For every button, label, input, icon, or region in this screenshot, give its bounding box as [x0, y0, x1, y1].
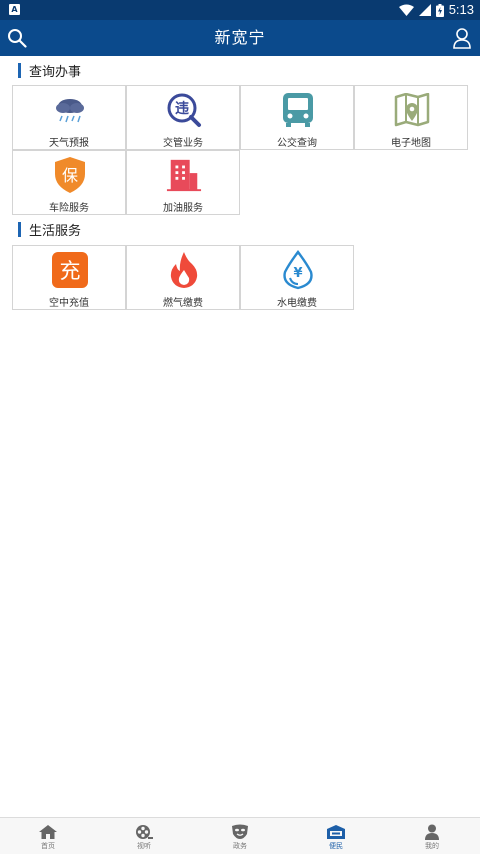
- service-box-icon: [327, 825, 345, 839]
- bottom-nav: 首页 视听 政务 便民 我的: [0, 817, 480, 854]
- user-profile-icon[interactable]: [452, 27, 472, 49]
- section-accent-bar: [18, 62, 21, 78]
- film-reel-icon: [136, 825, 153, 839]
- map-icon: [394, 93, 430, 127]
- section-header-query: 查询办事: [18, 61, 82, 80]
- service-recharge[interactable]: 充 空中充值: [12, 245, 126, 310]
- mask-icon: [232, 824, 248, 839]
- service-label: 公交查询: [277, 138, 317, 149]
- service-label: 电子地图: [391, 138, 431, 149]
- svg-text:保: 保: [62, 166, 78, 185]
- section-title: 查询办事: [29, 64, 82, 80]
- service-label: 交管业务: [163, 138, 203, 149]
- water-drop-yuan-icon: ¥: [283, 250, 313, 290]
- nav-item-home[interactable]: 首页: [0, 818, 96, 854]
- nav-item-services[interactable]: 便民: [288, 818, 384, 854]
- status-icons: 5:13: [398, 0, 474, 20]
- service-traffic[interactable]: 违 交管业务: [126, 85, 240, 150]
- service-label: 加油服务: [163, 203, 203, 214]
- service-label: 车险服务: [49, 203, 89, 214]
- status-bar: A 5:13: [0, 0, 480, 20]
- service-weather[interactable]: 天气预报: [12, 85, 126, 150]
- home-icon: [39, 825, 57, 839]
- service-fuel[interactable]: 加油服务: [126, 150, 240, 215]
- building-icon: [166, 159, 202, 192]
- section-accent-bar: [18, 221, 21, 237]
- app-bar: 新宽宁: [0, 20, 480, 56]
- nav-label: 政务: [233, 842, 247, 850]
- signal-icon: [418, 4, 431, 16]
- page-title: 新宽宁: [214, 28, 266, 47]
- service-label: 水电缴费: [277, 298, 317, 309]
- nav-item-media[interactable]: 视听: [96, 818, 192, 854]
- service-map[interactable]: 电子地图: [354, 85, 468, 150]
- weather-icon: [56, 99, 84, 123]
- wifi-icon: [398, 4, 414, 16]
- service-label: 空中充值: [49, 298, 89, 309]
- person-icon: [425, 824, 439, 840]
- service-gas[interactable]: 燃气缴费: [126, 245, 240, 310]
- status-time: 5:13: [448, 2, 474, 17]
- svg-text:充: 充: [60, 259, 81, 283]
- recharge-icon: 充: [52, 252, 88, 288]
- svg-text:违: 违: [175, 100, 189, 117]
- svg-text:¥: ¥: [293, 266, 302, 281]
- nav-label: 我的: [425, 842, 439, 850]
- service-insurance[interactable]: 保 车险服务: [12, 150, 126, 215]
- notification-badge-icon: A: [9, 4, 20, 15]
- service-utilities[interactable]: ¥ 水电缴费: [240, 245, 354, 310]
- nav-label: 首页: [41, 842, 55, 850]
- nav-label: 便民: [329, 842, 343, 850]
- section-header-life: 生活服务: [18, 220, 82, 239]
- bus-icon: [283, 93, 313, 127]
- insurance-shield-icon: 保: [55, 157, 85, 193]
- traffic-violation-icon: 违: [167, 93, 201, 127]
- service-label: 天气预报: [49, 138, 89, 149]
- service-label: 燃气缴费: [163, 298, 203, 309]
- battery-icon: [435, 3, 444, 17]
- nav-item-government[interactable]: 政务: [192, 818, 288, 854]
- nav-item-profile[interactable]: 我的: [384, 818, 480, 854]
- nav-label: 视听: [137, 842, 151, 850]
- section-title: 生活服务: [29, 223, 82, 239]
- service-bus[interactable]: 公交查询: [240, 85, 354, 150]
- flame-icon: [170, 252, 198, 288]
